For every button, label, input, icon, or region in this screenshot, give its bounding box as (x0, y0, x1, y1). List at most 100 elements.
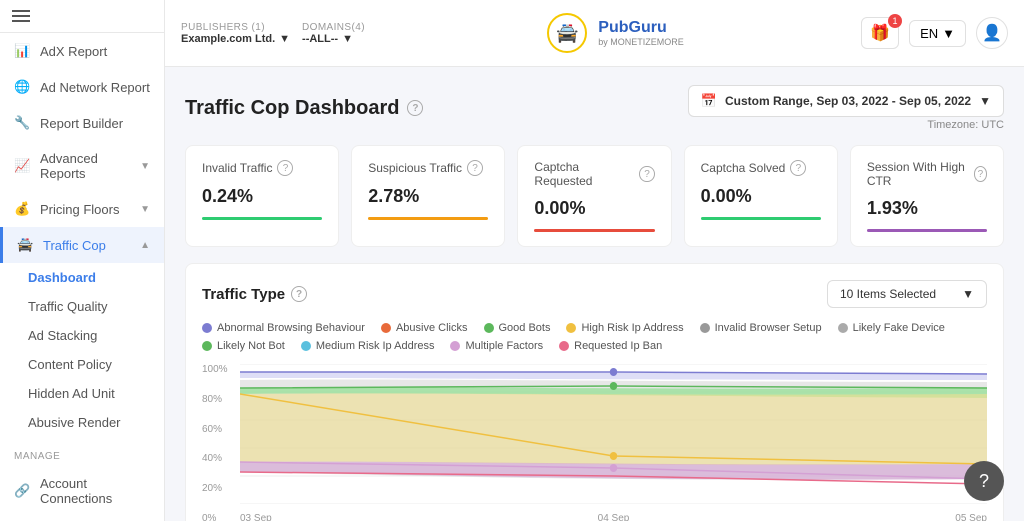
chevron-down-icon: ▼ (962, 287, 974, 301)
legend-label: Medium Risk Ip Address (316, 340, 435, 352)
metric-card-captcha-solved: Captcha Solved ? 0.00% (684, 145, 838, 247)
legend-dot (450, 341, 460, 351)
hidden-ad-unit-label: Hidden Ad Unit (28, 386, 115, 401)
y-axis-label: 40% (202, 453, 234, 464)
user-account-button[interactable]: 👤 (976, 17, 1008, 49)
metric-bar (867, 229, 987, 232)
sidebar-item-ad-stacking[interactable]: Ad Stacking (28, 321, 164, 350)
chevron-down-icon: ▼ (279, 33, 290, 45)
chart-area: 100%80%60%40%20%0% (202, 364, 987, 521)
dashboard-label: Dashboard (28, 270, 96, 285)
metric-card-invalid-traffic: Invalid Traffic ? 0.24% (185, 145, 339, 247)
chevron-down-icon: ▼ (342, 33, 353, 45)
network-icon: 🌐 (14, 79, 30, 95)
sidebar-nav: 📊 AdX Report 🌐 Ad Network Report 🔧 Repor… (0, 33, 164, 521)
sidebar-item-account-connections[interactable]: 🔗 Account Connections (0, 466, 164, 516)
logo-sub: by MONETIZEMORE (598, 37, 684, 47)
manage-section-label: MANAGE (0, 437, 164, 466)
sidebar-item-report-builder[interactable]: 🔧 Report Builder (0, 105, 164, 141)
connection-icon: 🔗 (14, 483, 30, 499)
page-inner: Traffic Cop Dashboard ? 📅 Custom Range, … (165, 67, 1024, 521)
legend-item: Good Bots (484, 322, 551, 334)
legend-label: High Risk Ip Address (581, 322, 683, 334)
sidebar-item-advanced-reports[interactable]: 📈 Advanced Reports ▼ (0, 141, 164, 191)
sidebar-item-content-policy[interactable]: Content Policy (28, 350, 164, 379)
items-selector[interactable]: 10 Items Selected ▼ (827, 280, 987, 308)
sidebar-item-label: Ad Network Report (40, 80, 150, 95)
y-axis-label: 100% (202, 364, 234, 375)
sidebar-item-traffic-cop[interactable]: 🚔 Traffic Cop ▲ (0, 227, 164, 263)
sidebar-item-adx-report[interactable]: 📊 AdX Report (0, 33, 164, 69)
logo-center: 🚔 PubGuru by MONETIZEMORE (377, 8, 849, 58)
legend-label: Abusive Clicks (396, 322, 468, 334)
info-icon[interactable]: ? (639, 166, 654, 182)
traffic-type-title: Traffic Type ? (202, 286, 307, 303)
metric-value: 0.00% (701, 186, 821, 207)
domain-value[interactable]: --ALL-- ▼ (302, 33, 365, 45)
publisher-label: PUBLISHERS (1) (181, 22, 290, 33)
metric-bar (701, 217, 821, 220)
info-icon[interactable]: ? (790, 160, 806, 176)
metrics-row: Invalid Traffic ? 0.24% Suspicious Traff… (185, 145, 1004, 247)
metric-bar (368, 217, 488, 220)
legend-label: Likely Not Bot (217, 340, 285, 352)
sidebar-item-traffic-quality[interactable]: Traffic Quality (28, 292, 164, 321)
legend-item: High Risk Ip Address (566, 322, 683, 334)
metric-title: Captcha Requested ? (534, 160, 654, 188)
info-icon[interactable]: ? (277, 160, 293, 176)
info-icon[interactable]: ? (974, 166, 987, 182)
ad-stacking-label: Ad Stacking (28, 328, 97, 343)
publisher-value[interactable]: Example.com Ltd. ▼ (181, 33, 290, 45)
traffic-cop-submenu: Dashboard Traffic Quality Ad Stacking Co… (0, 263, 164, 437)
metric-title: Invalid Traffic ? (202, 160, 322, 176)
builder-icon: 🔧 (14, 115, 30, 131)
domain-label: DOMAINS(4) (302, 22, 365, 33)
logo-text: PubGuru (598, 19, 666, 36)
legend-label: Good Bots (499, 322, 551, 334)
date-range-button[interactable]: 📅 Custom Range, Sep 03, 2022 - Sep 05, 2… (688, 85, 1004, 117)
gift-button[interactable]: 🎁 1 (861, 17, 899, 49)
legend-label: Multiple Factors (465, 340, 543, 352)
legend-item: Abusive Clicks (381, 322, 468, 334)
y-axis-label: 60% (202, 424, 234, 435)
sidebar-item-dashboard[interactable]: Dashboard (28, 263, 164, 292)
legend-dot (700, 323, 710, 333)
content-policy-label: Content Policy (28, 357, 112, 372)
y-axis-label: 20% (202, 483, 234, 494)
legend-label: Invalid Browser Setup (715, 322, 822, 334)
chevron-down-icon: ▼ (140, 204, 150, 215)
page-title: Traffic Cop Dashboard ? (185, 97, 423, 120)
sidebar-item-label: AdX Report (40, 44, 150, 59)
y-axis-label: 0% (202, 513, 234, 521)
gift-badge: 1 (888, 14, 902, 28)
hamburger-icon[interactable] (12, 10, 30, 22)
metric-value: 0.00% (534, 198, 654, 219)
traffic-chart-svg (240, 364, 987, 504)
cop-icon: 🚔 (17, 237, 33, 253)
legend-dot (484, 323, 494, 333)
legend-row: Abnormal Browsing BehaviourAbusive Click… (202, 322, 987, 352)
metric-title: Captcha Solved ? (701, 160, 821, 176)
sidebar-item-pricing-floors[interactable]: 💰 Pricing Floors ▼ (0, 191, 164, 227)
help-button[interactable]: ? (964, 461, 1004, 501)
sidebar-item-hidden-ad-unit[interactable]: Hidden Ad Unit (28, 379, 164, 408)
pricing-icon: 💰 (14, 201, 30, 217)
chevron-up-icon: ▲ (140, 240, 150, 251)
info-icon[interactable]: ? (467, 160, 483, 176)
info-icon[interactable]: ? (407, 100, 423, 116)
info-icon[interactable]: ? (291, 286, 307, 302)
notification-wrapper: 🚔 (542, 8, 592, 58)
section-header: Traffic Type ? 10 Items Selected ▼ (202, 280, 987, 308)
sidebar-item-abusive-render[interactable]: Abusive Render (28, 408, 164, 437)
sidebar-item-ad-network-report[interactable]: 🌐 Ad Network Report (0, 69, 164, 105)
legend-label: Requested Ip Ban (574, 340, 662, 352)
legend-item: Multiple Factors (450, 340, 543, 352)
sidebar-item-label: Account Connections (40, 476, 150, 506)
x-axis-label: 03 Sep (240, 513, 272, 521)
language-button[interactable]: EN ▼ (909, 20, 966, 47)
legend-dot (838, 323, 848, 333)
sidebar-item-label: Advanced Reports ▼ (40, 151, 150, 181)
domain-selector[interactable]: DOMAINS(4) --ALL-- ▼ (302, 22, 365, 45)
publisher-selector[interactable]: PUBLISHERS (1) Example.com Ltd. ▼ (181, 22, 290, 45)
advanced-icon: 📈 (14, 158, 30, 174)
